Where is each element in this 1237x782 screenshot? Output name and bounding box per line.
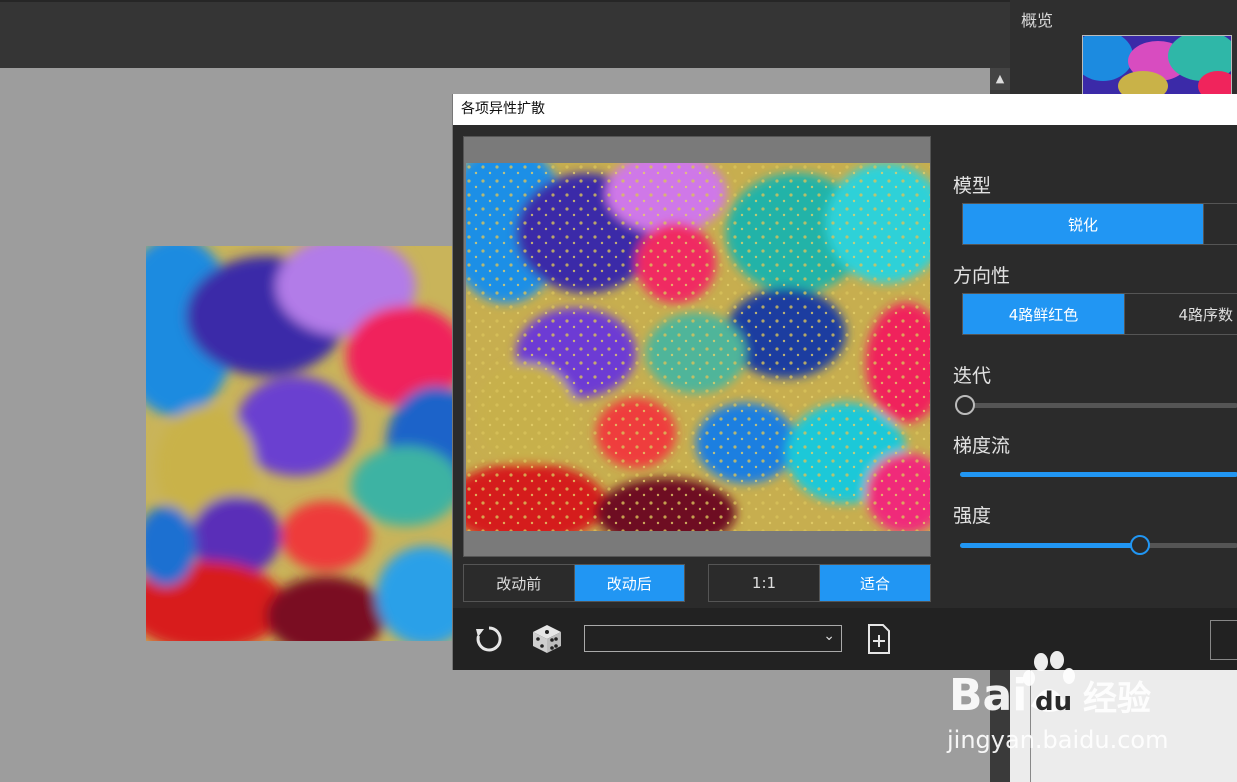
preset-dropdown[interactable]: ⌄ <box>584 625 842 652</box>
iterations-slider-track <box>955 403 1237 408</box>
panel-divider <box>1030 670 1031 782</box>
panel-lower-area <box>1010 670 1237 782</box>
strength-slider-fill <box>960 543 1138 548</box>
model-selector: 锐化 <box>962 203 1237 245</box>
direction-selector: 4路鲜红色 4路序数 <box>962 293 1237 335</box>
direction-label: 方向性 <box>953 265 1011 287</box>
zoom-fit-button[interactable]: 适合 <box>819 565 930 601</box>
dialog-title: 各项异性扩散 <box>453 94 1237 125</box>
model-label: 模型 <box>953 175 992 197</box>
after-button[interactable]: 改动后 <box>573 565 684 601</box>
app-toolbar <box>0 0 1010 68</box>
iterations-slider[interactable] <box>955 395 1237 415</box>
strength-slider[interactable] <box>960 535 1237 555</box>
confirm-button[interactable] <box>1210 620 1237 660</box>
anisotropic-diffusion-dialog: 各项异性扩散 改动前 改动后 1:1 适合 模型 锐化 方向性 4路鲜红色 4路… <box>452 94 1237 670</box>
strength-label: 强度 <box>953 505 992 527</box>
iterations-slider-knob[interactable] <box>955 395 975 415</box>
scroll-up-arrow-icon[interactable]: ▲ <box>990 68 1010 90</box>
direction-option-4way-red[interactable]: 4路鲜红色 <box>963 294 1124 334</box>
reset-icon[interactable] <box>471 621 507 657</box>
add-file-icon[interactable] <box>861 621 897 657</box>
zoom-1-1-button[interactable]: 1:1 <box>709 565 819 601</box>
before-button[interactable]: 改动前 <box>464 565 574 601</box>
model-option-2[interactable] <box>1203 204 1237 244</box>
gradient-flow-slider-fill <box>960 472 1237 477</box>
gradient-flow-label: 梯度流 <box>953 435 1011 457</box>
preview-panel <box>463 136 931 557</box>
overview-title: 概览 <box>1021 11 1054 30</box>
compare-toggle: 改动前 改动后 <box>463 564 685 602</box>
canvas-artwork <box>146 246 466 641</box>
strength-slider-knob[interactable] <box>1130 535 1150 555</box>
model-option-sharpen[interactable]: 锐化 <box>963 204 1203 244</box>
dice-icon[interactable] <box>529 621 565 657</box>
dialog-bottom-bar: ⌄ <box>453 608 1237 670</box>
preview-image[interactable] <box>466 163 930 531</box>
gradient-flow-slider[interactable] <box>960 464 1237 484</box>
chevron-down-icon: ⌄ <box>823 628 835 644</box>
direction-option-4way-ordinal[interactable]: 4路序数 <box>1124 294 1237 334</box>
overview-thumbnail[interactable] <box>1082 35 1232 95</box>
iterations-label: 迭代 <box>953 365 992 387</box>
zoom-toggle: 1:1 适合 <box>708 564 931 602</box>
